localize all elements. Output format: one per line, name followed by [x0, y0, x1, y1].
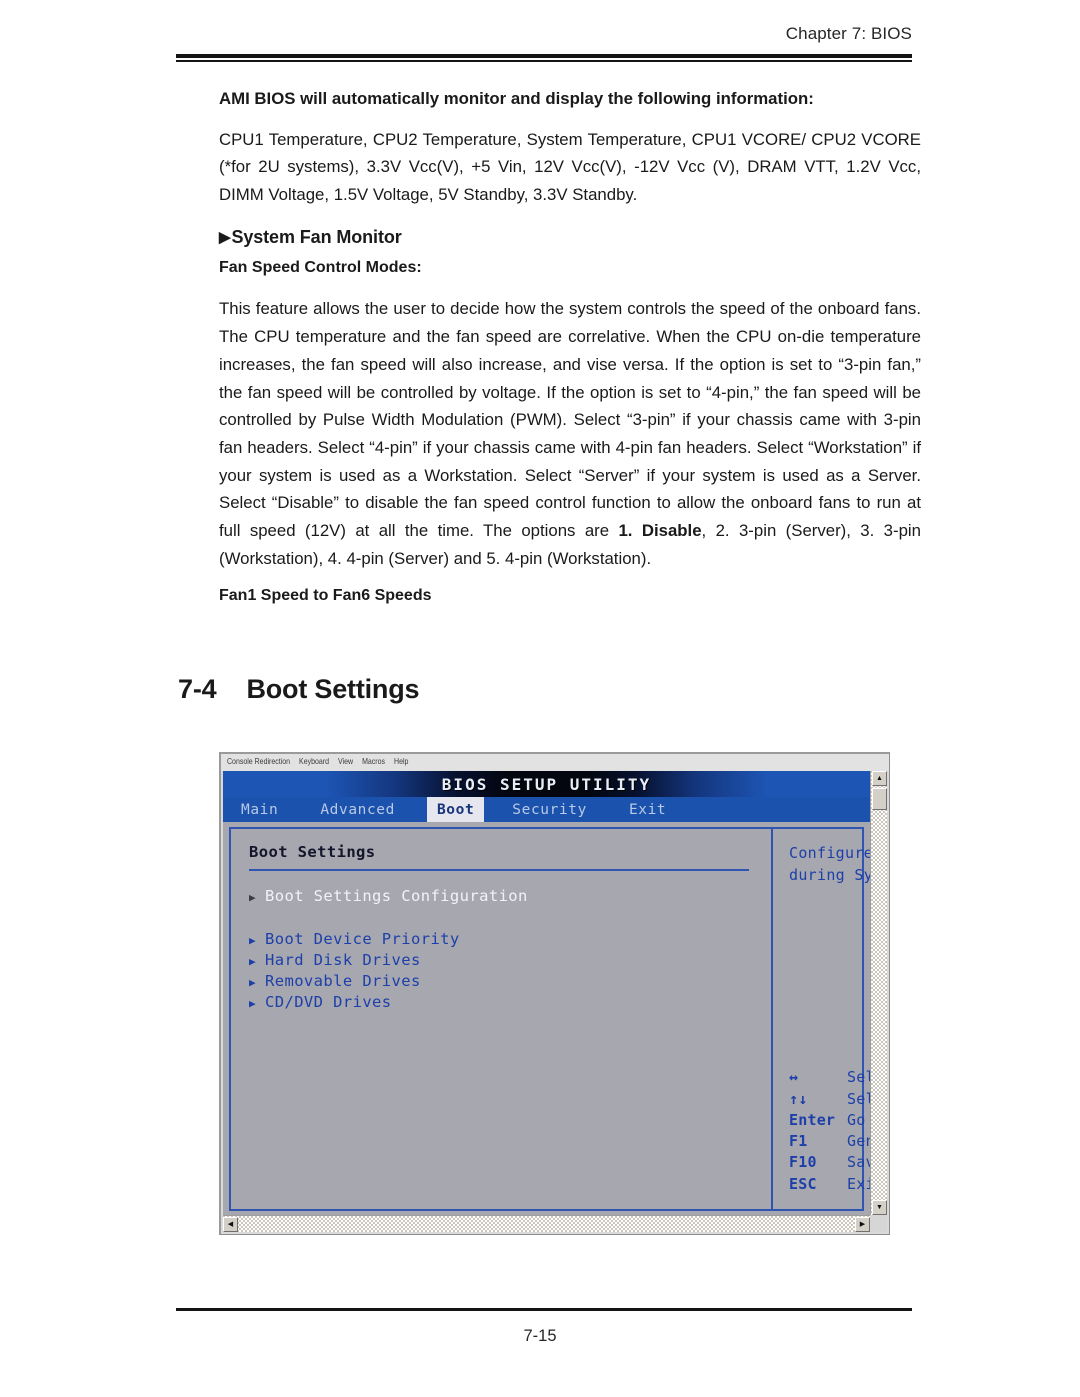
submenu-arrow-icon: ▶ — [249, 976, 257, 989]
bios-menu-item-boot-settings-configuration[interactable]: ▶ Boot Settings Configuration — [249, 887, 771, 905]
console-app-menubar[interactable]: Console Redirection Keyboard View Macros… — [221, 754, 889, 771]
scroll-left-button[interactable]: ◀ — [223, 1217, 238, 1232]
header-rule — [176, 54, 912, 62]
scrollbar-corner — [870, 1215, 887, 1232]
legend-action: Select Screen — [847, 1068, 870, 1087]
app-menu-item-console-redirection[interactable]: Console Redirection — [227, 758, 290, 766]
section-title: Boot Settings — [246, 674, 420, 704]
system-fan-monitor-heading: ▶System Fan Monitor — [219, 227, 921, 249]
legend-key: F1 — [789, 1132, 808, 1151]
app-menu-item-keyboard[interactable]: Keyboard — [299, 758, 329, 766]
bios-title-bar: BIOS SETUP UTILITY — [223, 771, 870, 797]
horizontal-scrollbar[interactable]: ◀ ▶ — [223, 1215, 870, 1232]
bios-menu-item-hard-disk-drives[interactable]: ▶ Hard Disk Drives — [249, 951, 771, 969]
bios-menu-item-label: Hard Disk Drives — [265, 951, 421, 969]
bios-setup-screen: BIOS SETUP UTILITY Main Advanced Boot Se… — [223, 771, 870, 1215]
monitored-items-paragraph: CPU1 Temperature, CPU2 Temperature, Syst… — [219, 129, 921, 204]
legend-row-go-to-sub-screen: Enter Go to Sub Screen — [789, 1110, 870, 1131]
legend-key: ↑↓ — [789, 1089, 808, 1108]
fan-speeds-heading: Fan1 Speed to Fan6 Speeds — [219, 587, 432, 605]
legend-action: Go to Sub Screen — [847, 1110, 870, 1129]
bios-menu-item-label: CD/DVD Drives — [265, 993, 392, 1011]
legend-row-exit: ESC Exit — [789, 1174, 870, 1195]
scroll-up-button[interactable]: ▲ — [872, 771, 887, 786]
page-number: 7-15 — [523, 1327, 557, 1345]
legend-action: Exit — [847, 1174, 870, 1193]
legend-key: ↔ — [789, 1068, 799, 1087]
bios-tab-bar[interactable]: Main Advanced Boot Security Exit — [223, 797, 870, 822]
bios-content-frame: Boot Settings ▶ Boot Settings Configurat… — [229, 827, 870, 1211]
bios-menu-item-removable-drives[interactable]: ▶ Removable Drives — [249, 972, 771, 990]
bios-settings-pane: Boot Settings ▶ Boot Settings Configurat… — [231, 829, 771, 1209]
tab-exit[interactable]: Exit — [619, 797, 676, 822]
bios-menu-item-label: Boot Device Priority — [265, 930, 460, 948]
body-column: AMI BIOS will automatically monitor and … — [219, 88, 921, 606]
scroll-down-button[interactable]: ▼ — [872, 1200, 887, 1215]
legend-key: ESC — [789, 1174, 817, 1193]
section-heading: 7-4 Boot Settings — [178, 674, 420, 705]
bios-screenshot-figure: Console Redirection Keyboard View Macros… — [219, 752, 890, 1235]
app-menu-item-view[interactable]: View — [338, 758, 353, 766]
legend-key: F10 — [789, 1153, 817, 1172]
bios-key-legend: ↔ Select Screen ↑↓ Select Item Enter Go … — [789, 1067, 870, 1195]
legend-row-select-item: ↑↓ Select Item — [789, 1089, 870, 1110]
tab-main[interactable]: Main — [231, 797, 288, 822]
tab-security[interactable]: Security — [502, 797, 597, 822]
submenu-arrow-icon: ▶ — [249, 955, 257, 968]
system-fan-monitor-label: System Fan Monitor — [231, 226, 402, 247]
app-menu-item-help[interactable]: Help — [394, 758, 408, 766]
section-number: 7-4 — [178, 674, 217, 704]
scroll-right-button[interactable]: ▶ — [855, 1217, 870, 1232]
bios-help-line-1: Configure Settings — [789, 844, 870, 862]
bios-menu-item-label: Removable Drives — [265, 972, 421, 990]
fan-speed-control-paragraph: This feature allows the user to decide h… — [219, 295, 921, 572]
vertical-scrollbar-thumb[interactable] — [872, 788, 887, 810]
vertical-scrollbar[interactable]: ▲ ▼ — [870, 771, 887, 1215]
legend-row-select-screen: ↔ Select Screen — [789, 1067, 870, 1088]
legend-action: General Help — [847, 1132, 870, 1151]
bios-help-line-2: during System Boot. — [789, 865, 870, 884]
fan-speed-default-option: 1. Disable — [618, 521, 702, 541]
legend-action: Save and Exit — [847, 1153, 870, 1172]
bios-help-pane: Configure Settings during System Boot. ↔… — [773, 829, 870, 1209]
submenu-arrow-icon: ▶ — [249, 997, 257, 1010]
tab-boot[interactable]: Boot — [426, 797, 485, 822]
legend-row-general-help: F1 General Help — [789, 1131, 870, 1152]
app-menu-item-macros[interactable]: Macros — [362, 758, 385, 766]
footer-rule — [176, 1308, 912, 1311]
bios-pane-title: Boot Settings — [249, 843, 376, 861]
manual-page: Chapter 7: BIOS AMI BIOS will automatica… — [0, 0, 1080, 1397]
bios-title-text: BIOS SETUP UTILITY — [441, 774, 652, 794]
tab-advanced[interactable]: Advanced — [310, 797, 405, 822]
fan-speed-text-part1: This feature allows the user to decide h… — [219, 299, 921, 541]
fan-speed-control-modes-heading: Fan Speed Control Modes: — [219, 259, 422, 277]
bios-pane-divider — [249, 869, 749, 871]
running-head: Chapter 7: BIOS — [785, 24, 912, 43]
bios-content-area: Boot Settings ▶ Boot Settings Configurat… — [223, 822, 870, 1215]
triangle-bullet-icon: ▶ — [219, 228, 231, 246]
legend-row-save-and-exit: F10 Save and Exit — [789, 1152, 870, 1173]
submenu-arrow-icon: ▶ — [249, 934, 257, 947]
bios-menu-item-cd-dvd-drives[interactable]: ▶ CD/DVD Drives — [249, 993, 771, 1011]
console-client-area: BIOS SETUP UTILITY Main Advanced Boot Se… — [223, 771, 887, 1232]
submenu-arrow-icon: ▶ — [249, 891, 257, 904]
lead-paragraph: AMI BIOS will automatically monitor and … — [219, 89, 814, 108]
bios-menu-item-label: Boot Settings Configuration — [265, 887, 528, 905]
legend-key: Enter — [789, 1110, 836, 1129]
legend-action: Select Item — [847, 1089, 870, 1108]
bios-menu-item-boot-device-priority[interactable]: ▶ Boot Device Priority — [249, 930, 771, 948]
